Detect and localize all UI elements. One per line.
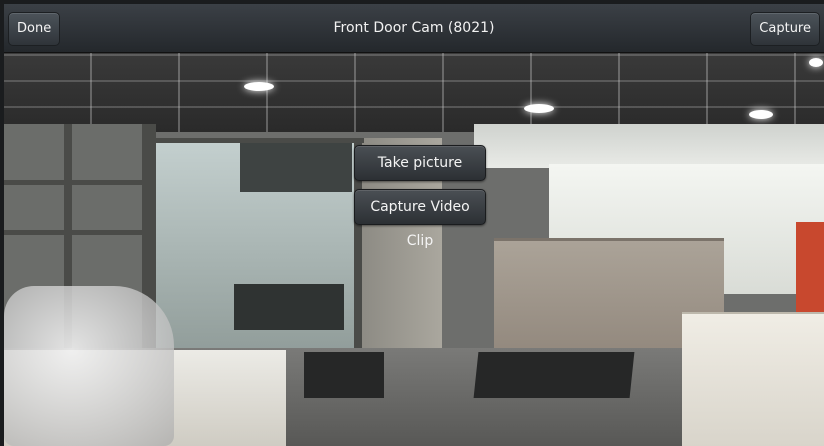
- ceiling-light: [749, 110, 773, 119]
- scene-furniture: [234, 284, 344, 330]
- ceiling-grid: [4, 52, 824, 132]
- take-picture-button[interactable]: Take picture: [354, 145, 486, 181]
- capture-button[interactable]: Capture: [750, 12, 820, 46]
- ceiling-light: [524, 104, 554, 113]
- camera-title: Front Door Cam (8021): [333, 20, 495, 36]
- scene-floor-mat: [473, 352, 635, 398]
- capture-video-clip-button[interactable]: Capture Video Clip: [354, 189, 486, 249]
- scene-frame-bar: [4, 230, 154, 235]
- ceiling-light: [244, 82, 274, 91]
- top-bar: Front Door Cam (8021) Done Capture: [4, 4, 824, 53]
- scene-floor-mat: [304, 352, 384, 398]
- camera-viewer: Front Door Cam (8021) Done Capture Take: [4, 4, 824, 446]
- scene-red-box: [796, 222, 824, 312]
- scene-plastic-wrap: [4, 286, 174, 446]
- done-button[interactable]: Done: [8, 12, 61, 46]
- scene-file-cabinet: [682, 312, 824, 446]
- scene-frame-bar: [4, 180, 154, 185]
- ceiling-light: [809, 58, 823, 67]
- scene-back-wall: [474, 124, 824, 168]
- scene-ceiling: [4, 52, 824, 132]
- scene-frame-bar: [154, 138, 364, 143]
- scene-tv-screen: [240, 140, 352, 192]
